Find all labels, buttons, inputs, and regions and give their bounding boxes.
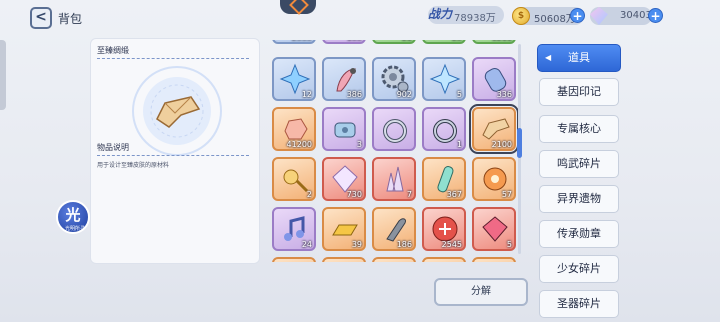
page-title: 背包 (58, 12, 83, 26)
category-tab-exclusive-core[interactable]: 专属核心 (539, 115, 619, 143)
side-drawer-handle[interactable] (0, 40, 6, 110)
back-arrow-icon: < (35, 9, 47, 25)
grid-scroll-thumb[interactable] (517, 128, 522, 158)
item-slot[interactable]: 2545 (422, 207, 466, 251)
item-slot[interactable] (272, 257, 316, 262)
gold-coin-icon: $ (512, 7, 530, 25)
item-count: 336 (496, 90, 512, 99)
item-count: 183 (347, 40, 362, 42)
menu-emblem-icon[interactable] (280, 0, 316, 14)
item-count: 39 (351, 240, 362, 249)
item-slot[interactable] (322, 257, 366, 262)
add-gold-button[interactable]: + (570, 8, 585, 23)
category-tab-weapon-shards[interactable]: 鸣武碎片 (539, 150, 619, 178)
item-slot[interactable]: 1211 (472, 40, 516, 44)
item-count: 367 (446, 190, 462, 199)
item-count: 41200 (286, 140, 312, 149)
item-slot[interactable]: 2 (272, 157, 316, 201)
item-slot[interactable]: 1 (422, 107, 466, 151)
item-count: 23 (452, 40, 462, 42)
item-slot-selected[interactable]: 2100 (469, 104, 519, 154)
item-slot[interactable]: 5 (472, 207, 516, 251)
power-value: 78938万 (454, 13, 496, 24)
description-title: 物品说明 (97, 143, 129, 152)
category-tab-gene-imprint[interactable]: 基因印记 (539, 78, 619, 106)
item-count: 902 (396, 90, 412, 99)
back-button[interactable]: < (30, 7, 52, 29)
add-crystal-button[interactable]: + (648, 8, 663, 23)
item-slot[interactable]: 902 (372, 57, 416, 101)
item-name: 至臻绸缎 (97, 46, 129, 55)
crystal-icon (590, 7, 608, 25)
item-count: 5 (506, 240, 512, 249)
item-count: 5 (456, 90, 462, 99)
item-slot[interactable]: 57 (472, 157, 516, 201)
item-slot[interactable]: 12 (272, 57, 316, 101)
item-count: 730 (346, 190, 362, 199)
item-count: 2 (306, 190, 312, 199)
item-slot[interactable]: 7 (372, 157, 416, 201)
item-slot[interactable]: 21 (372, 40, 416, 44)
item-count: 7 (406, 190, 412, 199)
crystal-currency: 30403 (590, 7, 652, 25)
divider (97, 58, 249, 59)
item-count: 2100 (491, 140, 512, 149)
item-slot[interactable] (372, 257, 416, 262)
decompose-button[interactable]: 分解 (434, 278, 528, 306)
item-count: 12 (301, 90, 312, 99)
item-count: 21 (402, 40, 412, 42)
item-count: 1 (456, 140, 462, 149)
item-slot[interactable]: 24 (272, 207, 316, 251)
item-detail-panel: 至臻绸缎 物品说明 用于设计至臻皮肤的原材料 (90, 38, 260, 264)
category-tab-relics[interactable]: 异界遗物 (539, 185, 619, 213)
item-count: 24 (301, 240, 312, 249)
item-slot[interactable] (472, 257, 516, 262)
item-slot[interactable]: 41200 (272, 107, 316, 151)
item-slot[interactable]: 730 (322, 157, 366, 201)
item-count: 3 (356, 140, 362, 149)
item-slot[interactable]: 3 (322, 107, 366, 151)
item-slot[interactable]: 5 (422, 57, 466, 101)
light-badge[interactable]: 光 光明所寻 (56, 200, 90, 234)
item-grid: 2333 183 21 23 1211 12 386 902 5 336 412… (265, 40, 525, 262)
item-slot[interactable]: 367 (422, 157, 466, 201)
item-slot[interactable]: 183 (322, 40, 366, 44)
power-display: 战力 78938万 (428, 6, 504, 24)
item-count: 2333 (292, 40, 312, 42)
description-text: 用于设计至臻皮肤的原材料 (97, 162, 170, 169)
category-tab-girl-shards[interactable]: 少女碎片 (539, 255, 619, 283)
category-tab-items[interactable]: 道具 (537, 44, 621, 72)
item-slot[interactable]: 336 (472, 57, 516, 101)
item-count: 57 (501, 190, 512, 199)
item-slot[interactable]: 386 (322, 57, 366, 101)
item-count: 1211 (492, 40, 512, 42)
item-slot[interactable] (422, 257, 466, 262)
category-tab-artifact-shards[interactable]: 圣器碎片 (539, 290, 619, 318)
category-tab-medals[interactable]: 传承勋章 (539, 220, 619, 248)
item-slot[interactable]: 23 (422, 40, 466, 44)
item-slot[interactable]: 39 (322, 207, 366, 251)
ring-icon (383, 119, 407, 143)
light-char: 光 (65, 206, 81, 224)
item-count: 2545 (441, 240, 462, 249)
item-slot[interactable]: 2333 (272, 40, 316, 44)
power-label: 战力 (428, 7, 453, 21)
divider (97, 155, 249, 156)
item-slot[interactable]: 186 (372, 207, 416, 251)
category-menu: 道具 基因印记 专属核心 鸣武碎片 异界遗物 传承勋章 少女碎片 圣器碎片 (531, 38, 628, 322)
item-slot[interactable] (372, 107, 416, 151)
item-count: 186 (396, 240, 412, 249)
item-count: 386 (346, 90, 362, 99)
